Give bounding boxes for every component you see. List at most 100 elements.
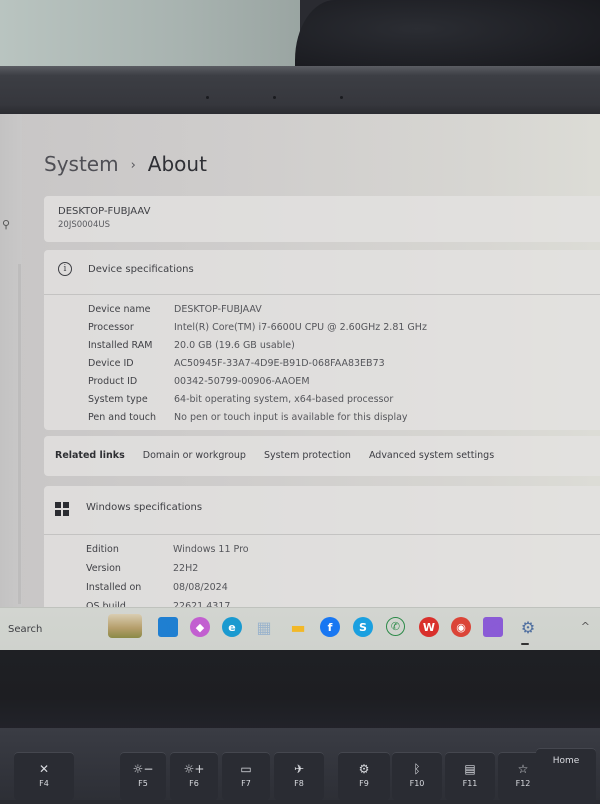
chevron-up-icon[interactable]: ^ — [581, 620, 590, 633]
spec-value: 08/08/2024 — [173, 582, 228, 593]
related-links-bar: Related links Domain or workgroup System… — [44, 436, 600, 476]
key-label: F7 — [241, 779, 251, 788]
spec-value: Windows 11 Pro — [173, 544, 249, 555]
key-f9[interactable]: ⚙ F9 — [338, 752, 390, 800]
spec-row: Installed RAM 20.0 GB (19.6 GB usable) — [88, 340, 295, 358]
spec-label: Processor — [88, 322, 134, 333]
spec-label: Installed RAM — [88, 340, 153, 351]
device-specifications-header[interactable]: i Device specifications — [44, 250, 600, 290]
spec-value: DESKTOP-FUBJAAV — [174, 304, 262, 315]
spec-row: Edition Windows 11 Pro — [86, 544, 249, 562]
widgets-icon[interactable] — [108, 614, 142, 638]
active-app-indicator — [521, 643, 529, 645]
spec-row: Device name DESKTOP-FUBJAAV — [88, 304, 262, 322]
breadcrumb: System › About — [44, 152, 207, 176]
sensor-dot — [206, 96, 209, 99]
key-f11[interactable]: ▤ F11 — [445, 752, 495, 800]
key-f8[interactable]: ✈ F8 — [274, 752, 324, 800]
settings-window: ⚲ System › About DESKTOP-FUBJAAV 20JS000… — [0, 114, 600, 650]
spec-row: Processor Intel(R) Core(TM) i7-6600U CPU… — [88, 322, 427, 340]
spec-label: Device ID — [88, 358, 134, 369]
breadcrumb-system[interactable]: System — [44, 152, 119, 176]
spec-row: Device ID AC50945F-33A7-4D9E-B91D-068FAA… — [88, 358, 385, 376]
wps-office-icon[interactable]: W — [419, 617, 439, 637]
laptop-top-bezel — [0, 66, 600, 114]
spec-row: Installed on 08/08/2024 — [86, 582, 228, 600]
spec-value: 20.0 GB (19.6 GB usable) — [174, 340, 295, 351]
spec-value: AC50945F-33A7-4D9E-B91D-068FAA83EB73 — [174, 358, 385, 369]
sensor-dot — [340, 96, 343, 99]
device-specifications-section: i Device specifications Device name DESK… — [44, 250, 600, 430]
spec-value: No pen or touch input is available for t… — [174, 412, 408, 423]
windows-logo-icon — [55, 502, 69, 516]
key-label: F6 — [189, 779, 199, 788]
photos-icon[interactable]: ▦ — [254, 617, 274, 637]
spec-row: Product ID 00342-50799-00906-AAOEM — [88, 376, 310, 394]
key-label: F9 — [359, 779, 369, 788]
spec-row: System type 64-bit operating system, x64… — [88, 394, 393, 412]
divider — [44, 294, 600, 295]
spec-row: Version 22H2 — [86, 563, 198, 581]
webcam-icon — [273, 96, 276, 99]
key-glyph-icon: ▭ — [240, 762, 252, 776]
spec-label: Version — [86, 563, 121, 574]
key-f5[interactable]: ☼− F5 — [120, 752, 166, 800]
spec-label: Pen and touch — [88, 412, 156, 423]
key-label: F8 — [294, 779, 304, 788]
windows-specifications-header[interactable]: Windows specifications — [44, 486, 600, 526]
whatsapp-icon[interactable]: ✆ — [386, 617, 405, 636]
key-label: F10 — [409, 779, 425, 788]
key-glyph-icon: ☼+ — [183, 762, 205, 776]
section-title: Windows specifications — [86, 502, 203, 513]
key-f7[interactable]: ▭ F7 — [222, 752, 270, 800]
info-icon: i — [58, 262, 72, 276]
spec-value: 64-bit operating system, x64-based proce… — [174, 394, 394, 405]
key-f4[interactable]: ✕ F4 — [14, 752, 74, 800]
key-label: F4 — [39, 779, 49, 788]
system-protection-link[interactable]: System protection — [264, 450, 351, 461]
related-links-label: Related links — [55, 450, 125, 461]
keyboard: ✕ F4 ☼− F5 ☼+ F6 ▭ F7 ✈ F8 ⚙ F9 ᛒ F10 ▤ F11 ☆ F12 Home — [0, 728, 600, 804]
key-glyph-icon: ▤ — [464, 762, 476, 776]
key-f6[interactable]: ☼+ F6 — [170, 752, 218, 800]
edge-icon[interactable]: e — [222, 617, 242, 637]
domain-or-workgroup-link[interactable]: Domain or workgroup — [143, 450, 246, 461]
settings-icon[interactable]: ⚙ — [518, 617, 538, 637]
key-label: F5 — [138, 779, 148, 788]
device-name-card: DESKTOP-FUBJAAV 20JS0004US — [44, 196, 600, 242]
spec-value: 22H2 — [173, 563, 199, 574]
search-icon[interactable]: ⚲ — [2, 218, 18, 234]
taskbar-search[interactable]: Search — [8, 624, 42, 635]
key-glyph-icon: ᛒ — [413, 762, 421, 776]
divider — [44, 534, 600, 535]
spec-value: 00342-50799-00906-AAOEM — [174, 376, 310, 387]
copilot-icon[interactable]: ◆ — [190, 617, 210, 637]
device-model: 20JS0004US — [58, 220, 110, 230]
page-title: About — [147, 152, 207, 176]
background-object — [295, 0, 600, 72]
key-f10[interactable]: ᛒ F10 — [392, 752, 442, 800]
key-label: F11 — [462, 779, 478, 788]
spec-value: Intel(R) Core(TM) i7-6600U CPU @ 2.60GHz… — [174, 322, 427, 333]
taskbar: Search ⟩ ◆ e ▦ ▬ f S ✆ W ◉ ◀ ⚙ ^ — [0, 607, 600, 650]
key-home[interactable]: Home — [536, 748, 596, 804]
device-name: DESKTOP-FUBJAAV — [58, 206, 151, 217]
facebook-icon[interactable]: f — [320, 617, 340, 637]
spec-label: System type — [88, 394, 148, 405]
laptop-bottom-bezel — [0, 650, 600, 730]
vscode-icon[interactable]: ⟩ — [158, 617, 178, 637]
spec-label: Edition — [86, 544, 119, 555]
visual-studio-icon[interactable]: ◀ — [483, 617, 503, 637]
chrome-icon[interactable]: ◉ — [451, 617, 471, 637]
file-explorer-icon[interactable]: ▬ — [288, 617, 308, 637]
key-glyph-icon: ☼− — [132, 762, 154, 776]
skype-icon[interactable]: S — [353, 617, 373, 637]
spec-row: Pen and touch No pen or touch input is a… — [88, 412, 408, 430]
background-wall — [0, 0, 300, 70]
navigation-rail: ⚲ — [0, 114, 22, 614]
nav-scrollbar[interactable] — [18, 264, 21, 604]
section-title: Device specifications — [88, 264, 194, 275]
advanced-system-settings-link[interactable]: Advanced system settings — [369, 450, 494, 461]
key-glyph-icon: ✈ — [293, 762, 305, 776]
chevron-right-icon: › — [130, 157, 136, 173]
